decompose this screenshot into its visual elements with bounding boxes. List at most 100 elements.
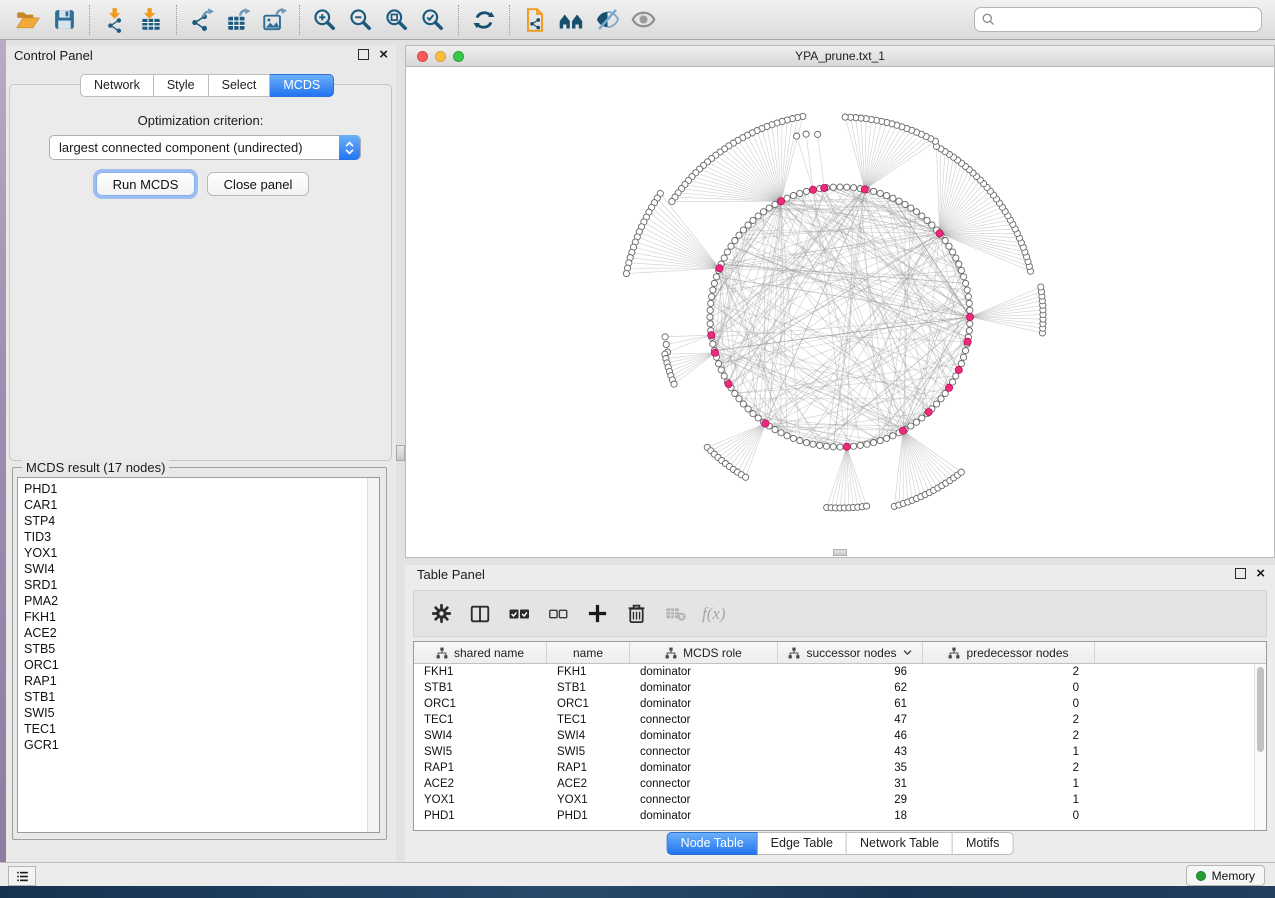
table-row[interactable]: TEC1TEC1connector472 — [414, 712, 1266, 728]
cell-predecessor-nodes: 0 — [923, 696, 1095, 712]
save-session-button[interactable] — [46, 4, 82, 36]
gear-icon — [430, 602, 453, 625]
table-row[interactable]: SWI4SWI4dominator462 — [414, 728, 1266, 744]
cell-shared-name: STB1 — [414, 680, 547, 696]
mcds-list-scrollbar[interactable] — [367, 478, 379, 832]
column-header-MCDS-role[interactable]: MCDS role — [630, 642, 778, 663]
column-header-successor-nodes[interactable]: successor nodes — [778, 642, 923, 663]
optimization-criterion-value: largest connected component (undirected) — [59, 140, 303, 155]
tab-network[interactable]: Network — [80, 74, 154, 97]
table-row[interactable]: STB1STB1dominator620 — [414, 680, 1266, 696]
tab-style[interactable]: Style — [154, 74, 209, 97]
memory-button[interactable]: Memory — [1186, 865, 1265, 886]
add-column-button[interactable] — [585, 602, 609, 626]
horizontal-splitter-handle[interactable] — [833, 549, 847, 556]
vertical-splitter[interactable] — [396, 45, 405, 862]
zoom-out-button[interactable] — [343, 4, 379, 36]
mcds-result-item[interactable]: PMA2 — [18, 593, 379, 609]
mcds-result-item[interactable]: STB1 — [18, 689, 379, 705]
optimization-criterion-select[interactable]: largest connected component (undirected) — [49, 135, 361, 160]
delete-column-button[interactable] — [624, 602, 648, 626]
import-table-button[interactable] — [133, 4, 169, 36]
table-panel: Table Panel × — [405, 565, 1275, 862]
float-panel-icon[interactable] — [358, 49, 369, 60]
mcds-result-item[interactable]: CAR1 — [18, 497, 379, 513]
search-input[interactable] — [974, 7, 1262, 32]
hide-selected-button[interactable] — [589, 4, 625, 36]
table-row[interactable]: SWI5SWI5connector431 — [414, 744, 1266, 760]
zoom-selected-button[interactable] — [415, 4, 451, 36]
mcds-result-item[interactable]: FKH1 — [18, 609, 379, 625]
mcds-result-item[interactable]: PHD1 — [18, 481, 379, 497]
close-panel-icon[interactable]: × — [1256, 568, 1265, 579]
mcds-result-item[interactable]: SWI4 — [18, 561, 379, 577]
mcds-result-item[interactable]: GCR1 — [18, 737, 379, 753]
mcds-result-item[interactable]: TEC1 — [18, 721, 379, 737]
vertical-splitter-handle[interactable] — [396, 445, 405, 461]
export-network-button[interactable] — [184, 4, 220, 36]
column-header-name[interactable]: name — [547, 642, 630, 663]
task-history-button[interactable] — [8, 866, 36, 886]
column-header-shared-name[interactable]: shared name — [414, 642, 547, 663]
node-table[interactable]: shared namenameMCDS rolesuccessor nodesp… — [413, 641, 1267, 831]
table-row[interactable]: RAP1RAP1dominator352 — [414, 760, 1266, 776]
table-row[interactable]: ACE2ACE2connector311 — [414, 776, 1266, 792]
select-all-button[interactable] — [507, 602, 531, 626]
import-network-button[interactable] — [97, 4, 133, 36]
first-neighbors-button[interactable] — [553, 4, 589, 36]
tab-mcds[interactable]: MCDS — [270, 74, 334, 97]
network-from-document-button[interactable] — [517, 4, 553, 36]
toolbar-separator — [509, 5, 510, 35]
run-mcds-button[interactable]: Run MCDS — [96, 172, 195, 196]
tab-network-table[interactable]: Network Table — [847, 832, 953, 855]
mcds-result-item[interactable]: ORC1 — [18, 657, 379, 673]
cell-name: RAP1 — [547, 760, 630, 776]
column-header-predecessor-nodes[interactable]: predecessor nodes — [923, 642, 1095, 663]
close-panel-icon[interactable]: × — [379, 49, 388, 60]
table-row[interactable]: ORC1ORC1dominator610 — [414, 696, 1266, 712]
mcds-result-item[interactable]: TID3 — [18, 529, 379, 545]
trash-icon — [625, 602, 648, 625]
zoom-fit-button[interactable] — [379, 4, 415, 36]
eye-icon — [630, 6, 657, 33]
table-row[interactable]: YOX1YOX1connector291 — [414, 792, 1266, 808]
tab-select[interactable]: Select — [209, 74, 271, 97]
float-panel-icon[interactable] — [1235, 568, 1246, 579]
cell-shared-name: TEC1 — [414, 712, 547, 728]
table-row[interactable]: PHD1PHD1dominator180 — [414, 808, 1266, 824]
show-columns-button[interactable] — [468, 602, 492, 626]
sort-chevron-icon — [903, 649, 912, 656]
table-row[interactable]: FKH1FKH1dominator962 — [414, 664, 1266, 680]
optimization-criterion-label: Optimization criterion: — [10, 113, 391, 128]
mcds-result-item[interactable]: STB5 — [18, 641, 379, 657]
save-floppy-icon — [52, 7, 77, 32]
mcds-result-item[interactable]: STP4 — [18, 513, 379, 529]
memory-status-icon — [1196, 871, 1206, 881]
refresh-icon — [471, 7, 497, 33]
tab-motifs[interactable]: Motifs — [953, 832, 1013, 855]
zoom-in-button[interactable] — [307, 4, 343, 36]
mcds-result-item[interactable]: RAP1 — [18, 673, 379, 689]
export-table-button[interactable] — [220, 4, 256, 36]
mcds-result-item[interactable]: YOX1 — [18, 545, 379, 561]
mcds-result-item[interactable]: ACE2 — [18, 625, 379, 641]
network-window-titlebar[interactable]: YPA_prune.txt_1 — [406, 46, 1274, 67]
column-header-filler — [1095, 642, 1266, 663]
open-file-button[interactable] — [10, 4, 46, 36]
cell-predecessor-nodes: 1 — [923, 744, 1095, 760]
deselect-all-button[interactable] — [546, 602, 570, 626]
refresh-button[interactable] — [466, 4, 502, 36]
mcds-result-list[interactable]: PHD1CAR1STP4TID3YOX1SWI4SRD1PMA2FKH1ACE2… — [17, 477, 380, 833]
show-all-button[interactable] — [625, 4, 661, 36]
export-image-button[interactable] — [256, 4, 292, 36]
mcds-result-item[interactable]: SWI5 — [18, 705, 379, 721]
scrollbar-thumb[interactable] — [1257, 667, 1264, 752]
close-panel-button[interactable]: Close panel — [207, 172, 309, 196]
table-settings-button[interactable] — [429, 602, 453, 626]
tab-edge-table[interactable]: Edge Table — [758, 832, 847, 855]
export-table-icon — [225, 7, 251, 33]
mcds-result-item[interactable]: SRD1 — [18, 577, 379, 593]
network-graph-canvas[interactable] — [406, 67, 1274, 557]
node-table-scrollbar[interactable] — [1254, 664, 1266, 831]
tab-node-table[interactable]: Node Table — [667, 832, 758, 855]
